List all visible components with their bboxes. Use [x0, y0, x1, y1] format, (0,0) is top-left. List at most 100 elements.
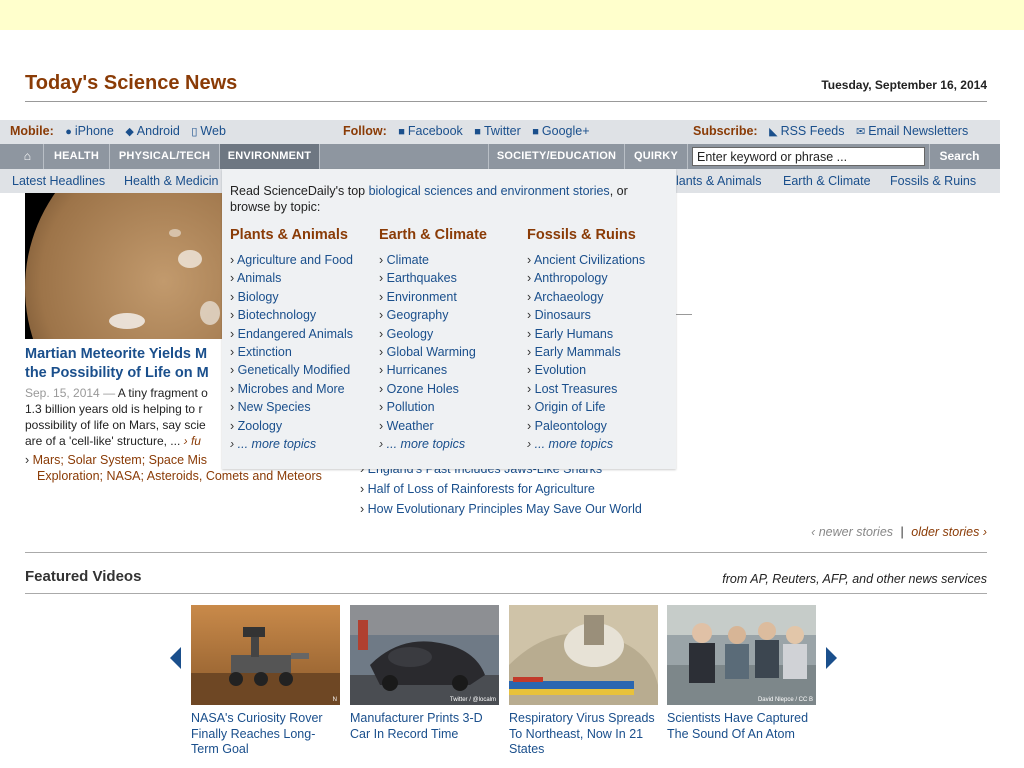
video-thumbnail[interactable] [509, 605, 658, 705]
video-credit: Twitter / @localm [449, 697, 496, 703]
newer-stories-link[interactable]: ‹ newer stories [811, 525, 893, 539]
topic-link[interactable]: Early Humans [527, 325, 672, 343]
topic-link[interactable]: Ancient Civilizations [527, 251, 672, 269]
topic-link[interactable]: Lost Treasures [527, 380, 672, 398]
video-thumbnail[interactable]: David Nlepce / CC B [667, 605, 816, 705]
story-full-link[interactable]: › fu [184, 434, 201, 448]
nav-health[interactable]: Health [44, 144, 110, 169]
topic-link[interactable]: Environment [379, 288, 524, 306]
topic-link[interactable]: Weather [379, 417, 524, 435]
topic-link[interactable]: Origin of Life [527, 398, 672, 416]
android-link[interactable]: ◆ Android [125, 124, 180, 138]
subnav-fossils-ruins[interactable]: Fossils & Ruins [890, 174, 976, 188]
topic-link[interactable]: Biotechnology [230, 306, 375, 324]
story-headline[interactable]: Martian Meteorite Yields M the Possibili… [25, 345, 225, 383]
subnav-earth-climate[interactable]: Earth & Climate [783, 174, 871, 188]
story-tags-line1[interactable]: Mars; Solar System; Space Mis [33, 453, 207, 467]
top-stories-link[interactable]: biological sciences and environment stor… [369, 184, 610, 198]
topic-link[interactable]: Paleontology [527, 417, 672, 435]
search-input[interactable] [692, 147, 925, 166]
more-topics-link[interactable]: ... more topics [379, 435, 524, 453]
mobile-label: Mobile: [10, 124, 54, 138]
video-thumbnail[interactable]: N [191, 605, 340, 705]
topic-link[interactable]: Dinosaurs [527, 306, 672, 324]
twitter-link[interactable]: ■ Twitter [474, 124, 520, 138]
topic-heading[interactable]: Fossils & Ruins [527, 227, 672, 247]
topic-link[interactable]: Endangered Animals [230, 325, 375, 343]
topic-link[interactable]: Biology [230, 288, 375, 306]
video-item[interactable]: David Nlepce / CC B Scientists Have Capt… [667, 605, 816, 742]
rss-icon: ◣ [769, 126, 778, 138]
topic-link[interactable]: Archaeology [527, 288, 672, 306]
topic-link[interactable]: Climate [379, 251, 524, 269]
pager-separator: | [900, 525, 904, 539]
divider [676, 314, 692, 315]
subnav-plants-animals[interactable]: lants & Animals [676, 174, 761, 188]
topic-link[interactable]: New Species [230, 398, 375, 416]
topic-link[interactable]: Zoology [230, 417, 375, 435]
nav-environment[interactable]: Environment [220, 144, 320, 169]
facebook-link[interactable]: ■ Facebook [398, 124, 463, 138]
topic-link[interactable]: Animals [230, 269, 375, 287]
older-stories-link[interactable]: older stories › [911, 525, 987, 539]
nav-physical-tech[interactable]: Physical/Tech [110, 144, 220, 169]
home-icon: ⌂ [23, 149, 32, 163]
video-thumbnail[interactable]: Twitter / @localm [350, 605, 499, 705]
topic-column-fossils-ruins: Fossils & Ruins Ancient Civilizations An… [527, 227, 672, 453]
topic-link[interactable]: Extinction [230, 343, 375, 361]
topic-link[interactable]: Genetically Modified [230, 361, 375, 379]
story-image[interactable] [25, 193, 235, 339]
carousel-prev-arrow[interactable] [170, 647, 181, 669]
subnav-latest-headlines[interactable]: Latest Headlines [12, 174, 105, 188]
topic-list: Agriculture and Food Animals Biology Bio… [230, 251, 375, 453]
topic-link[interactable]: Pollution [379, 398, 524, 416]
video-item[interactable]: N NASA's Curiosity Rover Finally Reaches… [191, 605, 340, 758]
nav-home[interactable]: ⌂ [12, 144, 44, 169]
story-tags-line2[interactable]: Exploration; NASA; Asteroids, Comets and… [25, 468, 355, 484]
video-caption[interactable]: Respiratory Virus Spreads To Northeast, … [509, 711, 658, 758]
story-headline-line1[interactable]: Martian Meteorite Yields M [25, 345, 225, 364]
topic-link[interactable]: Earthquakes [379, 269, 524, 287]
apple-icon: ● [65, 126, 72, 138]
follow-label: Follow: [343, 124, 387, 138]
current-date: Tuesday, September 16, 2014 [821, 78, 987, 92]
topic-link[interactable]: Hurricanes [379, 361, 524, 379]
story-headline-line2[interactable]: the Possibility of Life on M [25, 364, 225, 383]
video-caption[interactable]: NASA's Curiosity Rover Finally Reaches L… [191, 711, 340, 758]
iphone-link[interactable]: ● iPhone [65, 124, 114, 138]
topic-link[interactable]: Geography [379, 306, 524, 324]
topic-link[interactable]: Anthropology [527, 269, 672, 287]
twitter-icon: ■ [474, 126, 481, 138]
topic-link[interactable]: Early Mammals [527, 343, 672, 361]
subnav-health-medicine[interactable]: Health & Medicin [124, 174, 219, 188]
headline-link[interactable]: Half of Loss of Rainforests for Agricult… [368, 482, 595, 496]
topic-link[interactable]: Geology [379, 325, 524, 343]
nav-society-education[interactable]: Society/Education [488, 144, 625, 169]
video-caption[interactable]: Manufacturer Prints 3-D Car In Record Ti… [350, 711, 499, 742]
video-caption[interactable]: Scientists Have Captured The Sound Of An… [667, 711, 816, 742]
headline-link[interactable]: How Evolutionary Principles May Save Our… [368, 502, 642, 516]
topic-link[interactable]: Microbes and More [230, 380, 375, 398]
search-button[interactable]: Search [929, 144, 989, 169]
topic-heading[interactable]: Plants & Animals [230, 227, 375, 247]
rss-link[interactable]: ◣ RSS Feeds [769, 124, 844, 138]
video-item[interactable]: Respiratory Virus Spreads To Northeast, … [509, 605, 658, 758]
nav-quirky[interactable]: Quirky [625, 144, 688, 169]
dropdown-intro: Read ScienceDaily's top biological scien… [230, 183, 660, 215]
more-topics-link[interactable]: ... more topics [230, 435, 375, 453]
envelope-icon: ✉ [855, 126, 866, 138]
site-title[interactable]: Today's Science News [25, 72, 237, 95]
notification-banner [0, 0, 1024, 30]
web-link[interactable]: ▯ Web [191, 124, 226, 138]
carousel-next-arrow[interactable] [826, 647, 837, 669]
more-topics-link[interactable]: ... more topics [527, 435, 672, 453]
topic-link[interactable]: Global Warming [379, 343, 524, 361]
topic-link[interactable]: Agriculture and Food [230, 251, 375, 269]
topic-column-earth-climate: Earth & Climate Climate Earthquakes Envi… [379, 227, 524, 453]
topic-link[interactable]: Evolution [527, 361, 672, 379]
email-link[interactable]: ✉ Email Newsletters [856, 124, 968, 138]
video-item[interactable]: Twitter / @localm Manufacturer Prints 3-… [350, 605, 499, 742]
googleplus-link[interactable]: ■ Google+ [532, 124, 589, 138]
topic-heading[interactable]: Earth & Climate [379, 227, 524, 247]
topic-link[interactable]: Ozone Holes [379, 380, 524, 398]
